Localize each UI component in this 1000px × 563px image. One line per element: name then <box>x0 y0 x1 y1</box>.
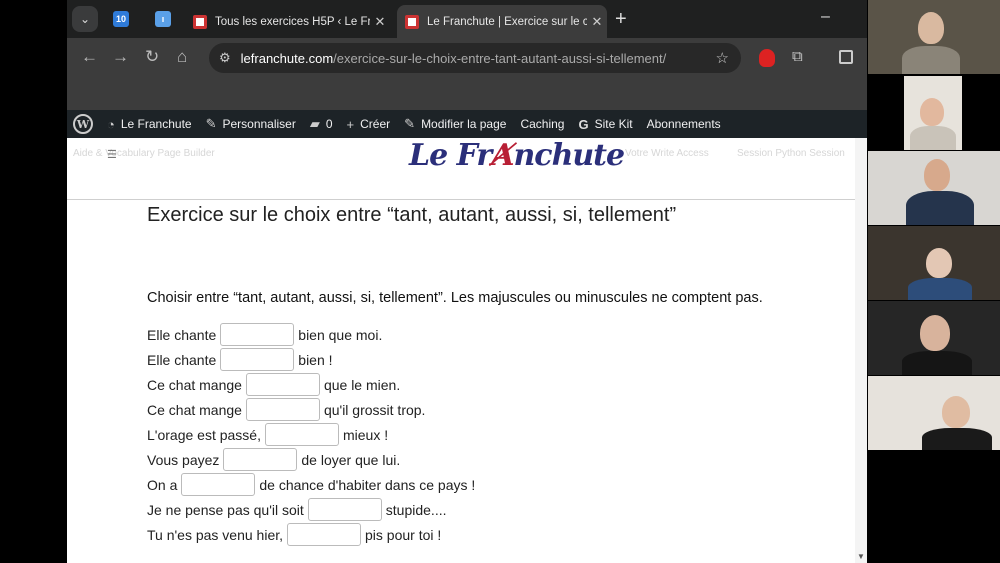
tab-franchute-exercise[interactable]: Le Franchute | Exercice sur le ch ✕ <box>397 5 607 38</box>
pinned-tab-trello[interactable]: ı <box>155 11 171 27</box>
exercise-line: Je ne pense pas qu'il soit stupide.... <box>147 497 827 522</box>
close-icon[interactable]: ✕ <box>587 14 607 30</box>
tab-label: Tous les exercices H5P ‹ Le Fran <box>215 15 370 28</box>
google-icon: G <box>578 116 589 132</box>
close-icon[interactable]: ✕ <box>370 14 390 30</box>
home-icon[interactable]: ⌂ <box>177 47 187 67</box>
site-logo[interactable]: Le FrȺnchute <box>409 138 625 173</box>
site-info-icon[interactable]: ⚙ <box>219 50 231 66</box>
plus-icon: + <box>346 116 355 132</box>
wordpress-logo-icon[interactable]: W <box>73 114 93 134</box>
browser-window: ⌄ 10 ı Tous les exercices H5P ‹ Le Fran … <box>67 0 867 563</box>
exercise-line: Elle chante bien que moi. <box>147 322 827 347</box>
page-title: Exercice sur le choix entre “tant, autan… <box>147 204 677 226</box>
participant-video-3 <box>868 151 1000 225</box>
admin-create-link[interactable]: + Créer <box>347 117 391 132</box>
reload-icon[interactable]: ↻ <box>145 47 159 67</box>
exercise-line: L'orage est passé, mieux ! <box>147 422 827 447</box>
url-host: lefranchute.com <box>240 50 334 66</box>
tab-bar: ⌄ 10 ı Tous les exercices H5P ‹ Le Fran … <box>67 0 867 38</box>
bookmark-star-icon[interactable]: ☆ <box>716 49 729 67</box>
exercise-line: Elle chante bien ! <box>147 347 827 372</box>
blank-input[interactable] <box>220 348 295 371</box>
admin-subscriptions-link[interactable]: Abonnements <box>647 117 721 131</box>
admin-site-link[interactable]: ◔ Le Franchute <box>107 117 192 132</box>
dashboard-icon: ◔ <box>107 116 115 132</box>
extensions-puzzle-icon[interactable]: ⧉ <box>792 48 803 65</box>
menu-icon[interactable]: ☰ <box>107 148 117 161</box>
page-scrollbar[interactable]: ▼ <box>855 138 867 563</box>
scroll-down-icon[interactable]: ▼ <box>857 552 865 561</box>
ghost-nav-left: Aide & Vocabulary Page Builder <box>73 148 215 159</box>
exercise-line: Vous payez de loyer que lui. <box>147 447 827 472</box>
blank-input[interactable] <box>223 448 298 471</box>
admin-edit-page-link[interactable]: ✎ Modifier la page <box>404 116 506 132</box>
exercise-lines: Elle chante bien que moi. Elle chante bien… <box>147 322 827 547</box>
forward-arrow-icon[interactable]: → <box>112 47 129 67</box>
exercise-line: On a de chance d'habiter dans ce pays ! <box>147 472 827 497</box>
pinned-tab-calendar[interactable]: 10 <box>113 11 129 27</box>
tab-search-button[interactable]: ⌄ <box>72 6 98 32</box>
admin-customize-link[interactable]: ✎ Personnaliser <box>206 116 296 132</box>
tab-label: Le Franchute | Exercice sur le ch <box>427 15 587 28</box>
new-tab-button[interactable]: + <box>615 8 627 31</box>
blank-input[interactable] <box>220 323 295 346</box>
favicon-icon <box>193 14 207 29</box>
address-bar[interactable]: ⚙ lefranchute.com/exercice-sur-le-choix-… <box>209 43 741 73</box>
back-arrow-icon[interactable]: ← <box>81 47 98 67</box>
wp-admin-bar: W ◔ Le Franchute ✎ Personnaliser ▰ 0 + Créer… <box>67 110 867 138</box>
site-header: Aide & Vocabulary Page Builder ☰ Le FrȺn… <box>67 138 867 200</box>
url-path: /exercice-sur-le-choix-entre-tant-autant… <box>333 50 667 66</box>
browser-toolbar: ← → ↻ ⌂ ⚙ lefranchute.com/exercice-sur-l… <box>67 38 867 78</box>
brush-icon: ✎ <box>205 116 217 131</box>
ghost-nav-right-1: Votre Write Access <box>625 148 709 159</box>
exercise-content: Exercice sur le choix entre “tant, autan… <box>147 204 827 547</box>
participant-video-4 <box>868 226 1000 300</box>
bookmarks-area <box>67 78 867 110</box>
blank-input[interactable] <box>287 523 362 546</box>
exercise-instructions: Choisir entre “tant, autant, aussi, si, … <box>147 290 763 306</box>
side-panel-icon[interactable] <box>839 50 853 64</box>
pencil-icon: ✎ <box>404 116 416 131</box>
blank-input[interactable] <box>181 473 256 496</box>
ghost-nav-right-2: Session Python Session <box>737 148 845 159</box>
participant-video-2 <box>904 76 962 150</box>
exercise-line: Tu n'es pas venu hier, pis pour toi ! <box>147 522 827 547</box>
exercise-line: Ce chat mange que le mien. <box>147 372 827 397</box>
participant-video-6 <box>868 376 1000 450</box>
admin-caching-link[interactable]: Caching <box>520 117 564 131</box>
participant-video-5 <box>868 301 1000 375</box>
admin-comments-link[interactable]: ▰ 0 <box>310 116 333 132</box>
blank-input[interactable] <box>245 373 320 396</box>
screen: ⌄ 10 ı Tous les exercices H5P ‹ Le Fran … <box>0 0 1000 563</box>
participant-video-1 <box>868 0 1000 74</box>
favicon-icon <box>405 14 419 29</box>
tab-h5p-exercises[interactable]: Tous les exercices H5P ‹ Le Fran ✕ <box>185 5 390 38</box>
extension-icon[interactable] <box>759 49 775 67</box>
admin-sitekit-link[interactable]: G Site Kit <box>578 117 632 132</box>
exercise-line: Ce chat mange qu'il grossit trop. <box>147 397 827 422</box>
blank-input[interactable] <box>264 423 339 446</box>
comment-icon: ▰ <box>309 116 320 131</box>
minimize-button[interactable]: – <box>821 8 830 26</box>
blank-input[interactable] <box>245 398 320 421</box>
blank-input[interactable] <box>307 498 382 521</box>
